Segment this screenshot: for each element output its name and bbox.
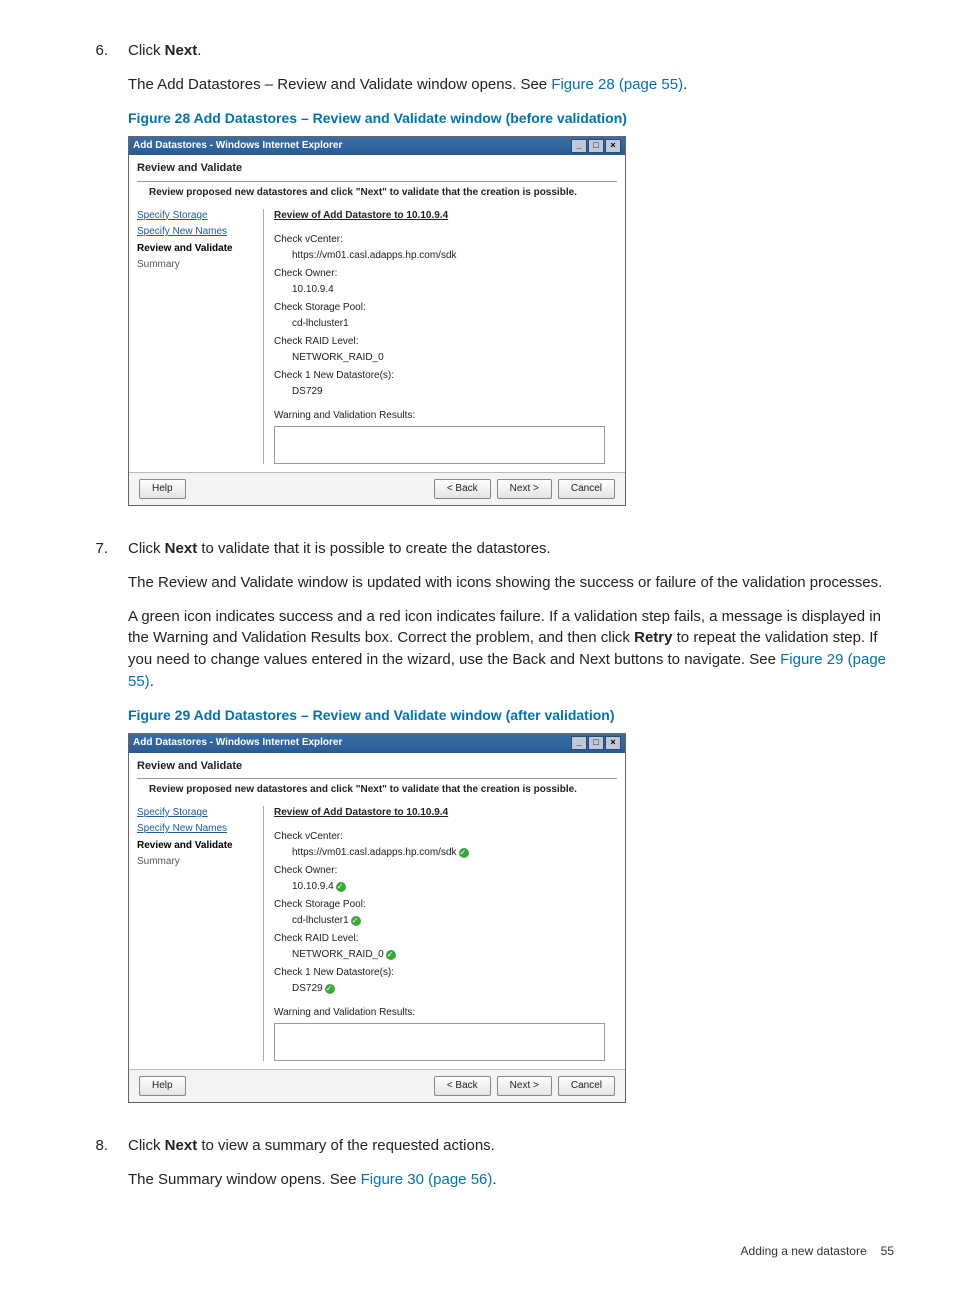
- wizard-step-names[interactable]: Specify New Names: [137, 225, 255, 240]
- step-number: 6.: [60, 40, 128, 520]
- success-icon: [325, 984, 335, 994]
- check-datastore-value: DS729: [292, 982, 323, 997]
- next-keyword: Next: [165, 1137, 198, 1154]
- wizard-steps: Specify Storage Specify New Names Review…: [137, 806, 255, 1061]
- minimize-icon[interactable]: _: [571, 736, 587, 750]
- step-text: The Summary window opens. See: [128, 1171, 361, 1188]
- check-vcenter-value: https://vm01.casl.adapps.hp.com/sdk: [292, 846, 457, 861]
- wizard-step-names[interactable]: Specify New Names: [137, 822, 255, 837]
- check-vcenter-label: Check vCenter:: [274, 233, 617, 248]
- step-text: Click: [128, 540, 165, 557]
- figure-link[interactable]: Figure 30 (page 56): [361, 1171, 493, 1188]
- step-text: .: [150, 673, 154, 690]
- window-title: Add Datastores - Windows Internet Explor…: [133, 736, 342, 751]
- figure-caption: Figure 28 Add Datastores – Review and Va…: [128, 108, 894, 128]
- step-text: to view a summary of the requested actio…: [197, 1137, 495, 1154]
- step-text: The Review and Validate window is update…: [128, 572, 894, 594]
- close-icon[interactable]: ×: [605, 139, 621, 153]
- dialog-window: Add Datastores - Windows Internet Explor…: [128, 733, 626, 1103]
- check-owner-value: 10.10.9.4: [274, 283, 617, 298]
- check-pool-label: Check Storage Pool:: [274, 301, 617, 316]
- step-text: .: [197, 42, 201, 59]
- review-title: Review of Add Datastore to 10.10.9.4: [274, 209, 617, 224]
- step-text: .: [683, 76, 687, 93]
- warning-label: Warning and Validation Results:: [274, 409, 617, 424]
- back-button[interactable]: < Back: [434, 1076, 491, 1097]
- warning-box: [274, 1023, 605, 1061]
- figure-caption: Figure 29 Add Datastores – Review and Va…: [128, 705, 894, 725]
- success-icon: [459, 848, 469, 858]
- step-text: The Add Datastores – Review and Validate…: [128, 76, 551, 93]
- wizard-step-storage[interactable]: Specify Storage: [137, 209, 255, 224]
- step-text: Click: [128, 42, 165, 59]
- maximize-icon[interactable]: □: [588, 736, 604, 750]
- wizard-step-summary: Summary: [137, 258, 255, 273]
- dialog-header: Review and Validate: [137, 759, 617, 775]
- check-raid-label: Check RAID Level:: [274, 335, 617, 350]
- help-button[interactable]: Help: [139, 1076, 186, 1097]
- next-keyword: Next: [165, 42, 198, 59]
- check-vcenter-label: Check vCenter:: [274, 830, 617, 845]
- check-raid-value: NETWORK_RAID_0: [274, 351, 617, 366]
- step-text: .: [492, 1171, 496, 1188]
- success-icon: [351, 916, 361, 926]
- check-datastore-value: DS729: [274, 385, 617, 400]
- close-icon[interactable]: ×: [605, 736, 621, 750]
- back-button[interactable]: < Back: [434, 479, 491, 500]
- step-number: 8.: [60, 1135, 128, 1203]
- minimize-icon[interactable]: _: [571, 139, 587, 153]
- check-pool-label: Check Storage Pool:: [274, 898, 617, 913]
- next-keyword: Next: [165, 540, 198, 557]
- maximize-icon[interactable]: □: [588, 139, 604, 153]
- retry-keyword: Retry: [634, 629, 672, 646]
- success-icon: [336, 882, 346, 892]
- wizard-steps: Specify Storage Specify New Names Review…: [137, 209, 255, 464]
- dialog-header: Review and Validate: [137, 161, 617, 177]
- help-button[interactable]: Help: [139, 479, 186, 500]
- page-number: 55: [881, 1243, 894, 1260]
- next-button[interactable]: Next >: [497, 479, 552, 500]
- check-raid-value: NETWORK_RAID_0: [292, 948, 384, 963]
- wizard-step-review: Review and Validate: [137, 839, 255, 854]
- check-raid-label: Check RAID Level:: [274, 932, 617, 947]
- figure-link[interactable]: Figure 28 (page 55): [551, 76, 683, 93]
- step-text: Click: [128, 1137, 165, 1154]
- check-datastore-label: Check 1 New Datastore(s):: [274, 369, 617, 384]
- step-number: 7.: [60, 538, 128, 1117]
- check-owner-value: 10.10.9.4: [292, 880, 334, 895]
- check-pool-value: cd-lhcluster1: [292, 914, 349, 929]
- next-button[interactable]: Next >: [497, 1076, 552, 1097]
- dialog-instruction: Review proposed new datastores and click…: [137, 186, 617, 201]
- cancel-button[interactable]: Cancel: [558, 479, 615, 500]
- warning-label: Warning and Validation Results:: [274, 1006, 617, 1021]
- wizard-step-storage[interactable]: Specify Storage: [137, 806, 255, 821]
- check-datastore-label: Check 1 New Datastore(s):: [274, 966, 617, 981]
- step-text: to validate that it is possible to creat…: [197, 540, 551, 557]
- check-owner-label: Check Owner:: [274, 267, 617, 282]
- success-icon: [386, 950, 396, 960]
- cancel-button[interactable]: Cancel: [558, 1076, 615, 1097]
- window-title: Add Datastores - Windows Internet Explor…: [133, 139, 342, 154]
- dialog-window: Add Datastores - Windows Internet Explor…: [128, 136, 626, 506]
- warning-box: [274, 426, 605, 464]
- footer-section: Adding a new datastore: [741, 1243, 867, 1260]
- wizard-step-review: Review and Validate: [137, 242, 255, 257]
- check-vcenter-value: https://vm01.casl.adapps.hp.com/sdk: [274, 249, 617, 264]
- check-owner-label: Check Owner:: [274, 864, 617, 879]
- review-title: Review of Add Datastore to 10.10.9.4: [274, 806, 617, 821]
- dialog-instruction: Review proposed new datastores and click…: [137, 783, 617, 798]
- check-pool-value: cd-lhcluster1: [274, 317, 617, 332]
- wizard-step-summary: Summary: [137, 855, 255, 870]
